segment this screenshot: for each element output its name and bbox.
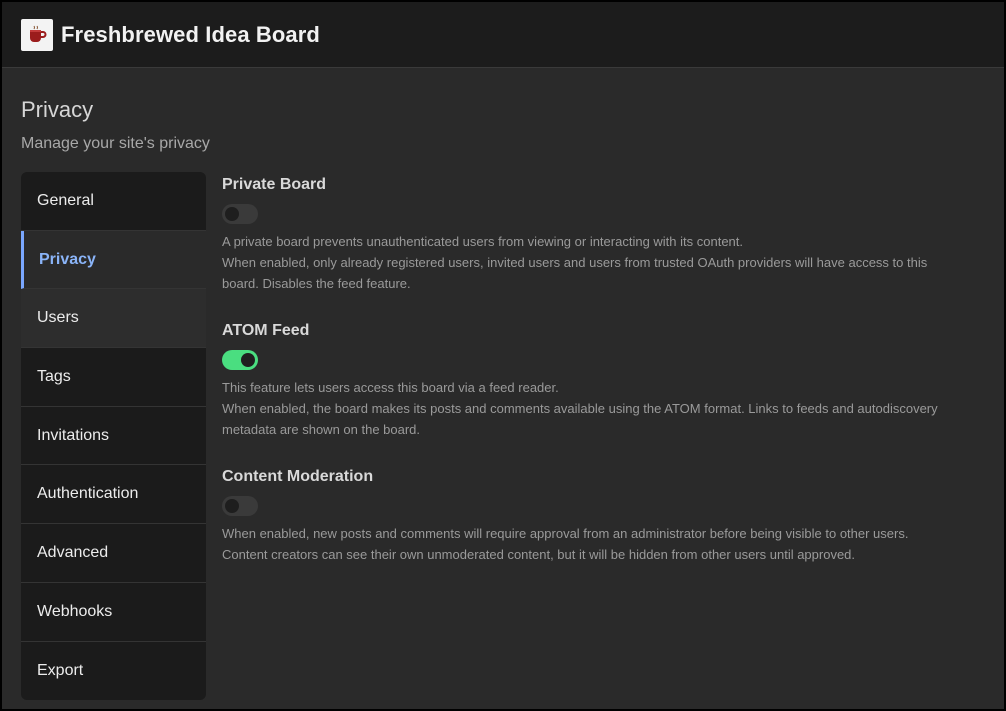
sidebar-item-invitations[interactable]: Invitations: [21, 407, 206, 466]
page-title: Privacy: [21, 97, 94, 122]
private-board-section: Private Board A private board prevents u…: [222, 176, 982, 294]
sidebar-item-authentication[interactable]: Authentication: [21, 465, 206, 525]
coffee-mug-icon[interactable]: [21, 18, 53, 51]
atom-feed-description: This feature lets users access this boar…: [222, 377, 962, 440]
content-moderation-title: Content Moderation: [222, 468, 374, 485]
app-window: Freshbrewed Idea Board Privacy Manage yo…: [0, 0, 1006, 711]
app-title[interactable]: Freshbrewed Idea Board: [61, 22, 320, 48]
private-board-desc-line2: When enabled, only already registered us…: [222, 255, 928, 291]
content-moderation-desc-line1: When enabled, new posts and comments wil…: [222, 526, 909, 541]
content-moderation-desc-line2: Content creators can see their own unmod…: [222, 547, 856, 562]
atom-feed-desc-line1: This feature lets users access this boar…: [222, 380, 559, 395]
top-header: Freshbrewed Idea Board: [2, 2, 1004, 68]
sidebar-item-export[interactable]: Export: [21, 642, 206, 701]
atom-feed-section: ATOM Feed This feature lets users access…: [222, 322, 982, 440]
sidebar-item-general[interactable]: General: [21, 172, 206, 231]
page-subtitle: Manage your site's privacy: [21, 135, 210, 152]
private-board-desc-line1: A private board prevents unauthenticated…: [222, 234, 744, 249]
sidebar-item-advanced[interactable]: Advanced: [21, 524, 206, 583]
content-moderation-description: When enabled, new posts and comments wil…: [222, 523, 962, 565]
atom-feed-toggle[interactable]: [222, 350, 258, 370]
atom-feed-title: ATOM Feed: [222, 322, 310, 339]
toggle-knob: [225, 499, 239, 513]
content-moderation-section: Content Moderation When enabled, new pos…: [222, 468, 982, 565]
sidebar-item-webhooks[interactable]: Webhooks: [21, 583, 206, 642]
toggle-knob: [241, 353, 255, 367]
private-board-toggle[interactable]: [222, 204, 258, 224]
sidebar-item-privacy[interactable]: Privacy: [21, 230, 206, 290]
toggle-knob: [225, 207, 239, 221]
private-board-title: Private Board: [222, 176, 327, 193]
sidebar-item-tags[interactable]: Tags: [21, 348, 206, 407]
settings-sidebar: General Privacy Users Tags Invitations A…: [21, 172, 206, 700]
content-moderation-toggle[interactable]: [222, 496, 258, 516]
settings-content: Private Board A private board prevents u…: [222, 176, 982, 593]
private-board-description: A private board prevents unauthenticated…: [222, 231, 962, 294]
sidebar-item-users[interactable]: Users: [21, 289, 206, 349]
atom-feed-desc-line2: When enabled, the board makes its posts …: [222, 401, 938, 437]
